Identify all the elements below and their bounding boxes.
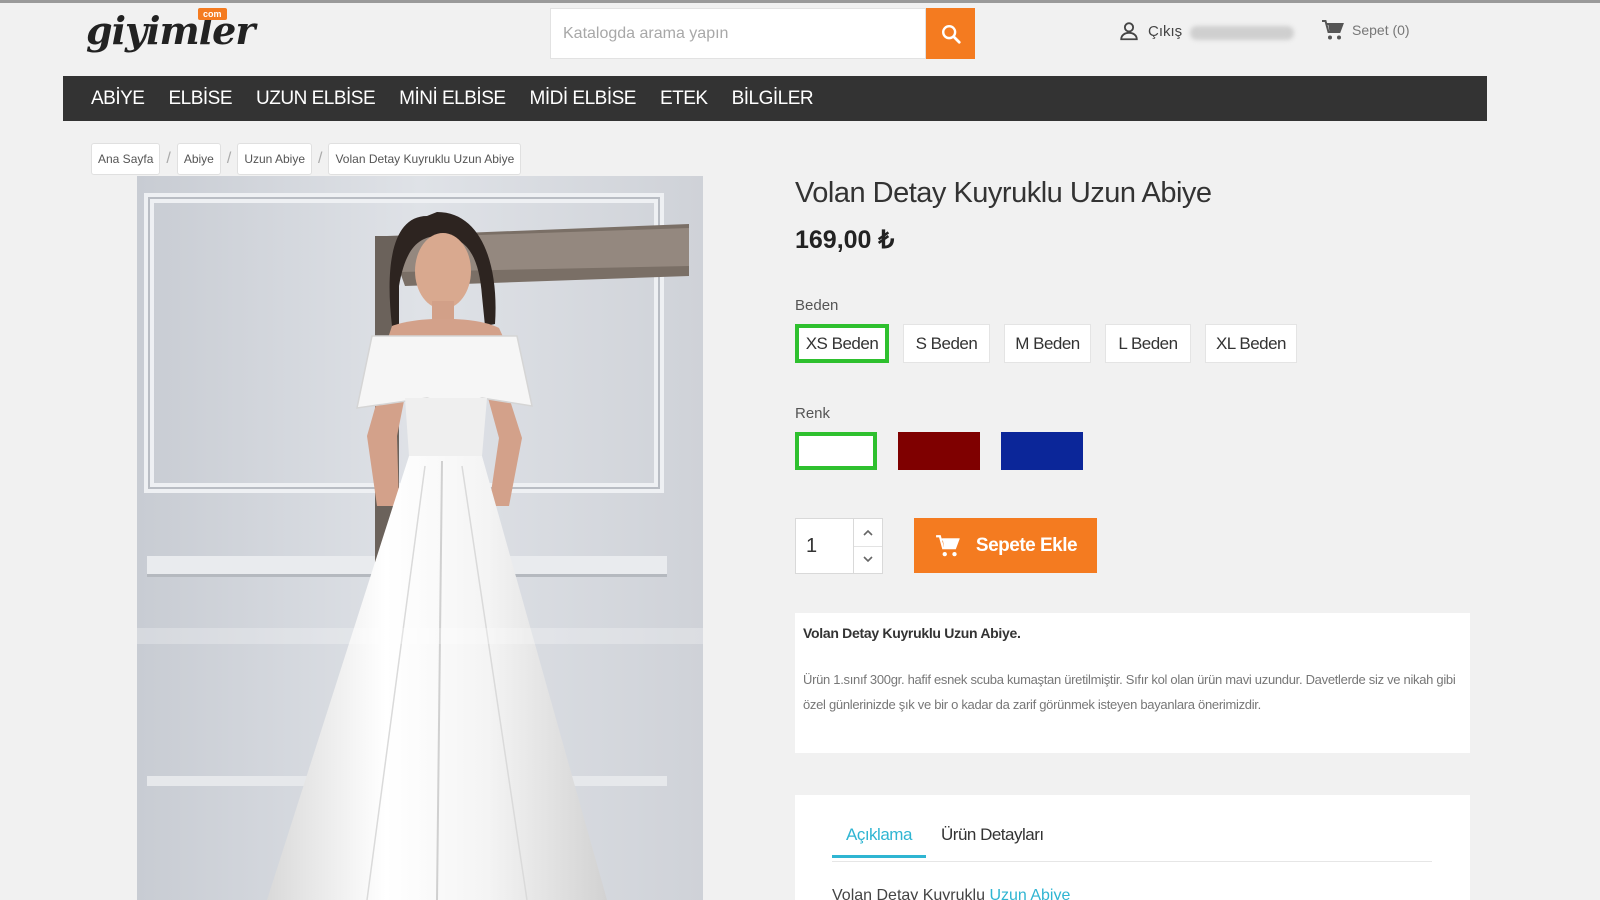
color-swatch-blue[interactable] (1001, 432, 1083, 470)
breadcrumb-separator: / (166, 150, 171, 167)
product-tabs: Açıklama Ürün Detayları (832, 825, 1432, 862)
product-photo (137, 176, 703, 900)
top-border (0, 0, 1600, 3)
cart-icon (1322, 20, 1344, 40)
tab-content-link[interactable]: Uzun Abiye (989, 887, 1070, 900)
size-option-m[interactable]: M Beden (1004, 324, 1091, 363)
breadcrumb: Ana Sayfa / Abiye / Uzun Abiye / Volan D… (91, 143, 522, 175)
product-title: Volan Detay Kuyruklu Uzun Abiye (795, 177, 1212, 209)
color-label: Renk (795, 405, 831, 422)
logout-label: Çıkış (1148, 22, 1183, 40)
breadcrumb-current[interactable]: Volan Detay Kuyruklu Uzun Abiye (328, 143, 522, 175)
tab-urun-detaylari[interactable]: Ürün Detayları (927, 825, 1058, 855)
product-tabs-panel: Açıklama Ürün Detayları Volan Detay Kuyr… (795, 795, 1470, 900)
breadcrumb-abiye[interactable]: Abiye (176, 143, 221, 175)
product-price: 169,00 ₺ (795, 226, 895, 254)
color-options (795, 432, 1083, 470)
site-logo[interactable]: giyimler com (86, 8, 255, 58)
logo-badge: com (198, 8, 227, 20)
logout-link[interactable]: Çıkış (1118, 20, 1182, 42)
nav-item-mini-elbise[interactable]: MİNİ ELBİSE (399, 88, 506, 110)
username-redacted (1190, 26, 1294, 40)
nav-item-elbise[interactable]: ELBİSE (168, 88, 232, 110)
user-icon (1120, 22, 1138, 41)
breadcrumb-home[interactable]: Ana Sayfa (91, 143, 161, 175)
main-nav: ABİYE ELBİSE UZUN ELBİSE MİNİ ELBİSE MİD… (63, 76, 1487, 121)
quantity-increase-button[interactable] (854, 519, 882, 546)
product-image[interactable] (137, 176, 703, 900)
size-option-xl[interactable]: XL Beden (1205, 324, 1297, 363)
nav-item-etek[interactable]: ETEK (660, 88, 708, 110)
quantity-decrease-button[interactable] (854, 545, 882, 574)
search-box (550, 8, 926, 59)
chevron-up-icon (863, 529, 873, 536)
breadcrumb-separator: / (226, 150, 232, 167)
logo-text: giyimler (86, 8, 255, 53)
color-swatch-dark-red[interactable] (898, 432, 980, 470)
size-options: XS Beden S Beden M Beden L Beden XL Bede… (795, 324, 1297, 363)
tab-content-text: Volan Detay Kuyruklu (832, 887, 985, 900)
quantity-input[interactable] (796, 519, 854, 573)
description-text: Ürün 1.sınıf 300gr. hafif esnek scuba ku… (803, 672, 1456, 712)
quantity-arrows (854, 519, 882, 573)
cart-icon (935, 534, 960, 556)
add-to-cart-button[interactable]: Sepete Ekle (914, 518, 1097, 573)
breadcrumb-uzun-abiye[interactable]: Uzun Abiye (237, 143, 313, 175)
nav-item-uzun-elbise[interactable]: UZUN ELBİSE (256, 88, 376, 110)
size-option-s[interactable]: S Beden (903, 324, 990, 363)
cart-label: Sepet (0) (1352, 22, 1410, 38)
cart-link[interactable]: Sepet (0) (1320, 18, 1410, 42)
size-option-xs[interactable]: XS Beden (795, 324, 889, 363)
nav-item-bilgiler[interactable]: BİLGİLER (732, 88, 814, 110)
search-icon (941, 24, 961, 44)
add-to-cart-label: Sepete Ekle (975, 534, 1078, 556)
search-input[interactable] (563, 9, 925, 58)
short-description: Volan Detay Kuyruklu Uzun Abiye. Ürün 1.… (795, 613, 1470, 753)
color-swatch-white[interactable] (795, 432, 877, 470)
size-option-l[interactable]: L Beden (1105, 324, 1191, 363)
description-title: Volan Detay Kuyruklu Uzun Abiye. (803, 625, 1021, 641)
size-label: Beden (795, 297, 839, 314)
quantity-stepper (795, 518, 883, 574)
chevron-down-icon (863, 556, 873, 563)
breadcrumb-separator: / (318, 150, 323, 167)
tab-content: Volan Detay Kuyruklu Uzun Abiye (832, 887, 1070, 900)
nav-item-abiye[interactable]: ABİYE (91, 88, 145, 110)
nav-item-midi-elbise[interactable]: MİDİ ELBİSE (530, 88, 637, 110)
search-button[interactable] (926, 8, 975, 59)
tab-aciklama[interactable]: Açıklama (832, 825, 926, 858)
